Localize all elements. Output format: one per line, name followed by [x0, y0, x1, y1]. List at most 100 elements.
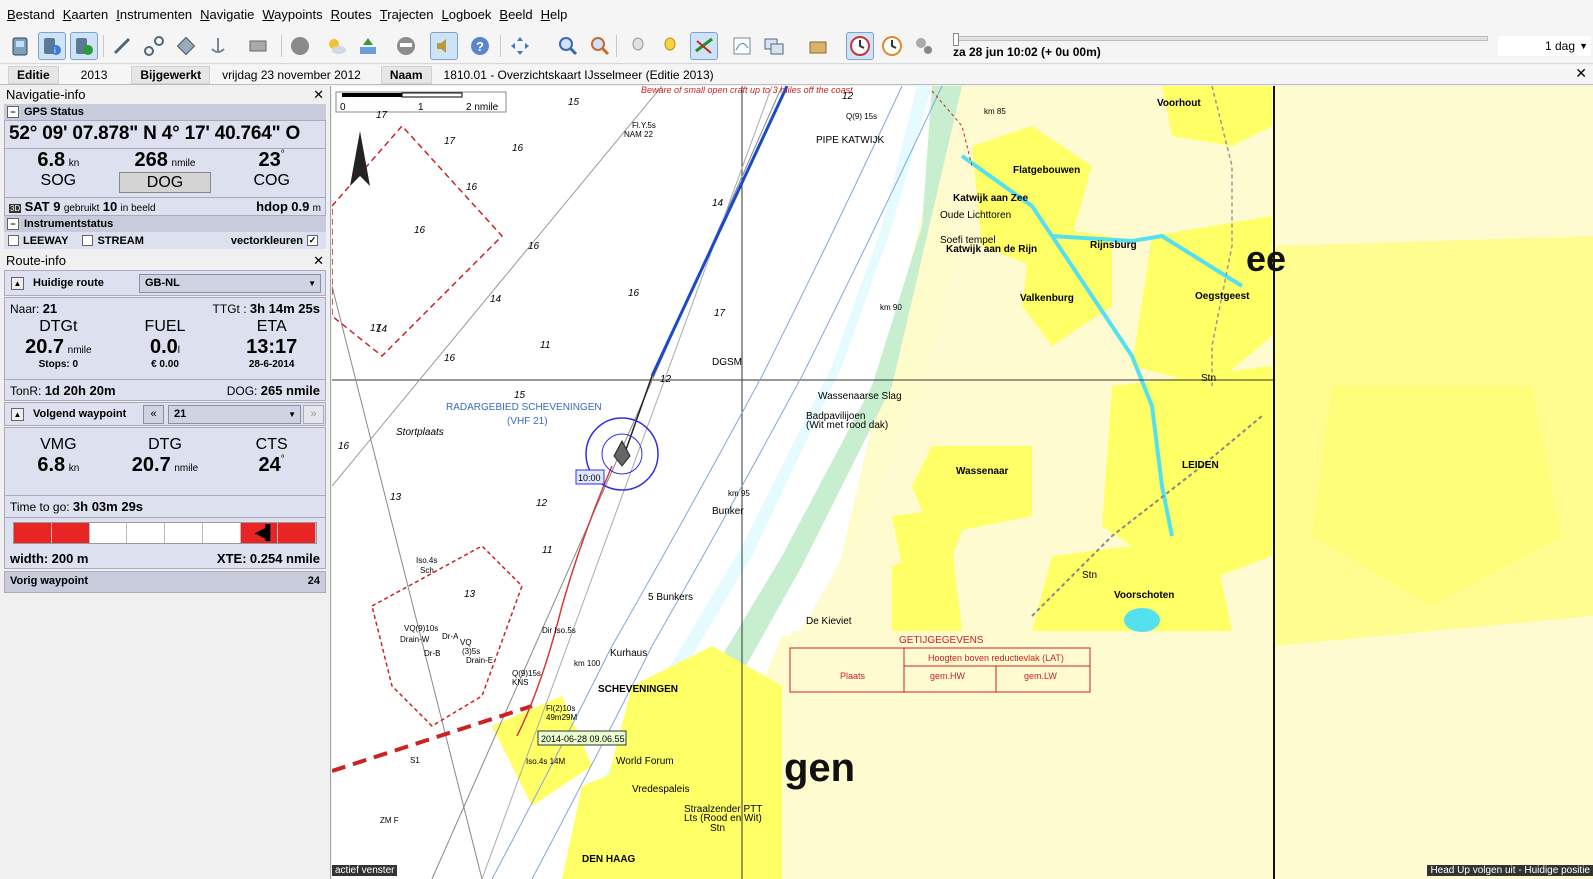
collapse-icon[interactable]: − [7, 106, 19, 118]
light-label: Fl.Y.5s [632, 121, 656, 130]
instrument-status-header[interactable]: − Instrumentstatus [4, 216, 326, 232]
ttg-label: Time to go: [10, 500, 70, 514]
radar-vhf-label: (VHF 21) [507, 416, 548, 427]
menu-kaarten[interactable]: Kaarten [59, 7, 113, 22]
logbook-icon[interactable] [244, 32, 272, 60]
status-left: actief venster [332, 865, 398, 876]
collapse-icon[interactable]: − [7, 218, 19, 230]
previous-waypoint-button[interactable]: « [143, 405, 164, 424]
tide-header: Hoogten boven reductievlak (LAT) [928, 653, 1064, 663]
settings-icon[interactable] [910, 32, 938, 60]
zoom-out-icon[interactable] [586, 32, 614, 60]
period-select[interactable]: 1 dag ▼ [1498, 36, 1591, 56]
menu-routes[interactable]: Routes [327, 7, 376, 22]
time-slider[interactable] [953, 36, 1488, 41]
stream-checkbox[interactable] [82, 235, 94, 246]
dog-button[interactable]: DOG [119, 172, 211, 193]
menu-beeld[interactable]: Beeld [495, 7, 536, 22]
gps-info-icon[interactable]: i [38, 32, 66, 60]
tide-lw: gem.LW [1024, 671, 1057, 681]
light-label: Iso.4s 14M [526, 757, 565, 766]
bijgewerkt-label: Bijgewerkt [131, 65, 211, 84]
help-icon[interactable]: ? [466, 32, 494, 60]
left-panel: Navigatie-info ✕ − GPS Status 52° 09' 07.8… [0, 86, 331, 879]
windows-icon[interactable] [760, 32, 788, 60]
chart-folder-icon[interactable] [804, 32, 832, 60]
cog-label: COG [253, 172, 290, 189]
depth-label: 16 [528, 241, 540, 252]
menu-instrumenten[interactable]: Instrumenten [112, 7, 196, 22]
waypoint-icon[interactable] [172, 32, 200, 60]
leeway-checkbox[interactable] [8, 235, 19, 246]
alarm-icon[interactable] [878, 32, 906, 60]
gps-device-icon[interactable] [6, 32, 34, 60]
town-label: De Kieviet [806, 616, 852, 627]
close-icon[interactable]: ✕ [1575, 65, 1587, 82]
pan-icon[interactable] [506, 32, 534, 60]
xte-segment [14, 523, 52, 543]
day-mode-icon[interactable] [656, 32, 684, 60]
weather-icon[interactable] [322, 32, 350, 60]
next-waypoint-select[interactable]: 21 ▼ [168, 405, 301, 424]
previous-waypoint-row[interactable]: Vorig waypoint 24 [4, 571, 326, 593]
naam-label: Naam [380, 65, 432, 84]
globe-icon[interactable] [286, 32, 314, 60]
current-route-select[interactable]: GB-NL ▼ [139, 274, 321, 293]
depth-label: 16 [414, 225, 426, 236]
dtg-value: 20.7 [131, 454, 171, 476]
sog-cell: 6.8 kn SOG [5, 149, 112, 197]
toolbar: i ? [0, 29, 1593, 64]
clock-icon[interactable] [846, 32, 874, 60]
dtgt-value: 20.7 [25, 336, 65, 358]
menu-waypoints[interactable]: Waypoints [258, 7, 326, 22]
menu-trajecten[interactable]: Trajecten [376, 7, 438, 22]
town-label: Wassenaarse Slag [818, 391, 902, 402]
close-icon[interactable]: ✕ [313, 252, 324, 270]
chart-fragment-gen: gen [784, 746, 855, 790]
town-label: Flatgebouwen [1013, 165, 1080, 176]
track-icon[interactable] [690, 32, 718, 60]
route-edit-icon[interactable] [140, 32, 168, 60]
night-mode-icon[interactable] [624, 32, 652, 60]
sound-icon[interactable] [430, 32, 458, 60]
eta-cell: ETA 13:17 28-6-2014 [218, 318, 325, 379]
gps-box: 52° 09' 07.878" N 4° 17' 40.764" O 6.8 k… [4, 120, 326, 216]
depth-label: 12 [842, 91, 854, 102]
menu-help[interactable]: Help [537, 7, 572, 22]
depth-label: 12 [660, 374, 672, 385]
graph-icon[interactable] [728, 32, 756, 60]
zoom-in-icon[interactable] [554, 32, 582, 60]
upload-icon[interactable] [354, 32, 382, 60]
depth-label: 15 [514, 390, 526, 401]
current-route-label: Huidige route [33, 277, 104, 289]
town-label: Kurhaus [610, 648, 647, 659]
menu-logboek[interactable]: Logboek [438, 7, 496, 22]
ais-icon[interactable] [392, 32, 420, 60]
gps-info2-icon[interactable] [70, 32, 98, 60]
anchor-icon[interactable] [204, 32, 232, 60]
next-waypoint-button[interactable]: » [303, 405, 324, 424]
tonr-value: 1d 20h 20m [44, 383, 116, 398]
light-label: Dr-B [424, 649, 440, 658]
vector-checkbox[interactable]: ✓ [307, 235, 318, 246]
chart-canvas[interactable]: gen ee 0 1 2 nmile Beware of small open … [332, 86, 1593, 879]
track-timestamp-label: 2014-06-28 09.06.55 [541, 734, 625, 744]
depth-label: 17 [444, 136, 456, 147]
town-label: Oude Lichttoren [940, 210, 1011, 221]
stops-count: Stops: 0 [38, 359, 79, 370]
cts-label: CTS [255, 436, 288, 453]
collapse-icon[interactable]: ▲ [11, 408, 24, 421]
svg-text:i: i [54, 46, 56, 55]
close-icon[interactable]: ✕ [313, 86, 324, 104]
route-tool-icon[interactable] [108, 32, 136, 60]
collapse-icon[interactable]: ▲ [11, 277, 24, 290]
nautical-chart[interactable]: gen ee 0 1 2 nmile Beware of small open … [332, 86, 1593, 879]
width-row: width: 200 m XTE: 0.254 nmile [5, 548, 325, 568]
menu-navigatie[interactable]: Navigatie [196, 7, 258, 22]
route-info-title: Route-info ✕ [0, 252, 330, 270]
eta-date: 28-6-2014 [248, 359, 295, 370]
gps-status-header[interactable]: − GPS Status [4, 104, 326, 120]
cts-value: 24 [258, 454, 281, 476]
menu-bestand[interactable]: Bestand [3, 7, 59, 22]
light-label: S1 [410, 756, 420, 765]
